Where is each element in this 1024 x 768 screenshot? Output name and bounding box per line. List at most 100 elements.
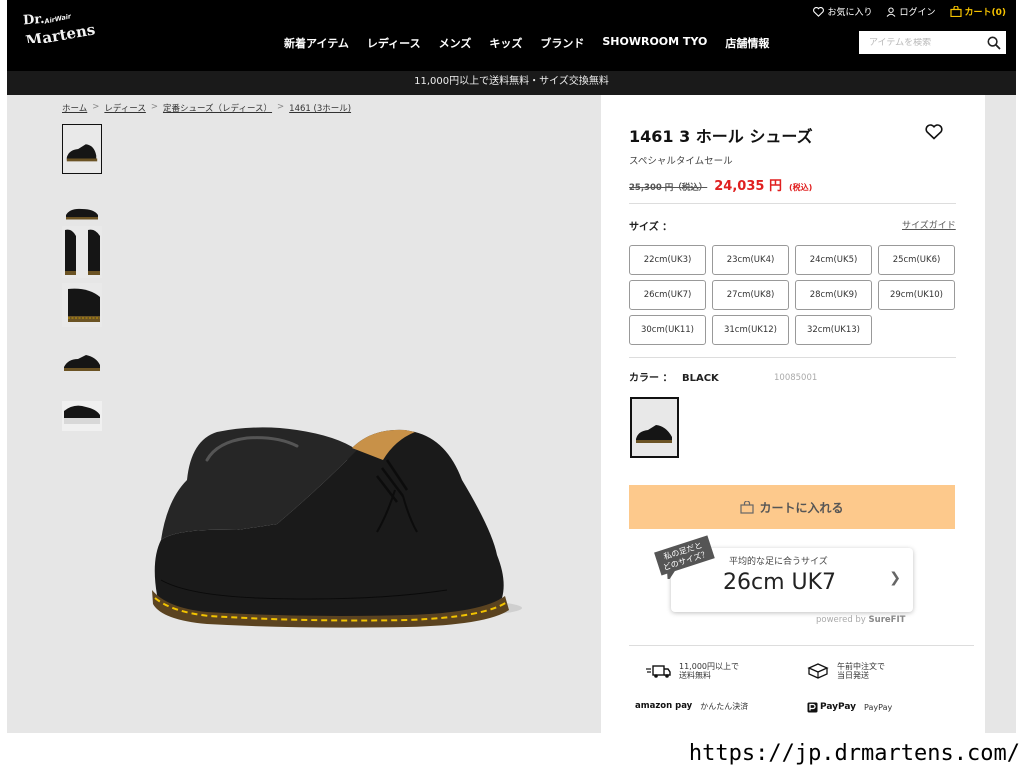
breadcrumb-separator: > bbox=[277, 102, 285, 112]
favorite-heart-icon[interactable] bbox=[925, 124, 943, 140]
page: Dr. AirWair Martens お気に入り ログイン カート(0) 新着… bbox=[0, 0, 1024, 768]
product-title: 1461 3 ホール シューズ bbox=[629, 127, 813, 146]
sameday-line-1: 午前中注文で bbox=[837, 662, 885, 671]
price-row: 25,300 円（税込） 24,035 円 (税込) bbox=[629, 175, 812, 194]
size-options: 22cm(UK3) 23cm(UK4) 24cm(UK5) 25cm(UK6) … bbox=[629, 245, 959, 345]
amazon-pay-text: かんたん決済 bbox=[700, 702, 749, 712]
truck-icon bbox=[646, 665, 671, 678]
bag-icon bbox=[740, 500, 755, 514]
color-label: カラー ： bbox=[629, 373, 673, 384]
size-label: サイズ ： bbox=[629, 222, 673, 233]
powered-prefix: powered by bbox=[816, 615, 869, 625]
nav-item-mens[interactable]: メンズ bbox=[439, 35, 472, 51]
color-swatch-black[interactable] bbox=[630, 397, 679, 458]
nav-item-kids[interactable]: キッズ bbox=[489, 35, 522, 51]
shipping-banner: 11,000円以上で送料無料・サイズ交換無料 bbox=[7, 71, 1016, 95]
size-option[interactable]: 29cm(UK10) bbox=[878, 280, 955, 310]
user-icon bbox=[887, 7, 896, 17]
nav-item-new[interactable]: 新着アイテム bbox=[284, 35, 349, 51]
size-option[interactable]: 28cm(UK9) bbox=[795, 280, 872, 310]
breadcrumb-separator: > bbox=[150, 102, 158, 112]
breadcrumb-separator: > bbox=[92, 102, 100, 112]
breadcrumb-home[interactable]: ホーム bbox=[62, 102, 87, 114]
chevron-right-icon: ❯ bbox=[889, 570, 901, 586]
box-icon bbox=[807, 663, 829, 679]
cart-label: カート(0) bbox=[964, 8, 1007, 18]
sale-label: スペシャルタイムセール bbox=[629, 156, 733, 167]
thumbnail-pair-view[interactable] bbox=[62, 226, 102, 278]
product-panel: 1461 3 ホール シューズ スペシャルタイムセール 25,300 円（税込）… bbox=[601, 95, 985, 733]
breadcrumb-product[interactable]: 1461 (3ホール) bbox=[289, 102, 351, 114]
fit-speech-badge: 私の足だと どのサイズ？ bbox=[654, 535, 715, 579]
divider bbox=[629, 357, 956, 358]
cart-link[interactable]: カート(0) bbox=[949, 5, 1007, 18]
svg-text:AirWair: AirWair bbox=[43, 12, 73, 26]
search-icon[interactable] bbox=[987, 35, 1001, 50]
color-row: カラー ： BLACK bbox=[629, 369, 719, 384]
favorites-label: お気に入り bbox=[827, 8, 873, 18]
color-value: BLACK bbox=[681, 373, 719, 384]
surefit-powered-by: powered by SureFIT bbox=[816, 615, 905, 625]
size-option[interactable]: 22cm(UK3) bbox=[629, 245, 706, 275]
paypay-logo: PayPay bbox=[807, 702, 856, 713]
favorites-link[interactable]: お気に入り bbox=[813, 5, 872, 18]
divider bbox=[629, 645, 974, 646]
sale-price: 24,035 円 bbox=[714, 179, 782, 194]
paypay-text: PayPay bbox=[864, 702, 893, 712]
size-option[interactable]: 32cm(UK13) bbox=[795, 315, 872, 345]
breadcrumb: ホーム > レディース > 定番シューズ（レディース） > 1461 (3ホール… bbox=[62, 102, 351, 114]
size-option[interactable]: 24cm(UK5) bbox=[795, 245, 872, 275]
bag-icon bbox=[949, 6, 962, 17]
nav-item-ladies[interactable]: レディース bbox=[367, 35, 421, 51]
breadcrumb-category[interactable]: 定番シューズ（レディース） bbox=[163, 102, 272, 114]
paypay-logo-text: PayPay bbox=[820, 702, 857, 713]
product-sku: 10085001 bbox=[774, 373, 818, 383]
sameday-line-2: 当日発送 bbox=[837, 671, 869, 681]
thumbnail-side-view[interactable] bbox=[62, 124, 102, 174]
size-option[interactable]: 25cm(UK6) bbox=[878, 245, 955, 275]
login-link[interactable]: ログイン bbox=[886, 5, 936, 18]
size-option[interactable]: 26cm(UK7) bbox=[629, 280, 706, 310]
feature-amazon-pay: amazon pay かんたん決済 bbox=[635, 701, 749, 712]
size-guide-link[interactable]: サイズガイド bbox=[902, 218, 956, 231]
add-to-cart-button[interactable]: カートに入れる bbox=[629, 485, 955, 529]
main-nav: 新着アイテム レディース メンズ キッズ ブランド SHOWROOM TYO 店… bbox=[284, 35, 769, 51]
heart-icon bbox=[813, 6, 825, 17]
product-gallery: ホーム > レディース > 定番シューズ（レディース） > 1461 (3ホール… bbox=[7, 95, 601, 733]
tax-label: (税込) bbox=[788, 183, 813, 192]
feature-free-shipping: 11,000円以上で 送料無料 bbox=[645, 662, 739, 680]
page-url: https://jp.drmartens.com/ bbox=[688, 741, 1020, 766]
nav-item-stores[interactable]: 店舗情報 bbox=[725, 35, 769, 51]
feature-same-day: 午前中注文で 当日発送 bbox=[807, 662, 885, 680]
paypay-icon bbox=[807, 702, 818, 713]
shipping-line-1: 11,000円以上で bbox=[679, 662, 739, 671]
right-gutter bbox=[985, 95, 1016, 733]
add-to-cart-label: カートに入れる bbox=[759, 500, 844, 515]
powered-brand: SureFIT bbox=[868, 615, 906, 625]
feature-sameday-text: 午前中注文で 当日発送 bbox=[837, 662, 885, 680]
size-option[interactable]: 31cm(UK12) bbox=[712, 315, 789, 345]
shipping-line-2: 送料無料 bbox=[679, 671, 711, 681]
original-price: 25,300 円（税込） bbox=[629, 183, 708, 193]
nav-item-showroom[interactable]: SHOWROOM TYO bbox=[602, 35, 707, 51]
nav-item-brand[interactable]: ブランド bbox=[540, 35, 584, 51]
thumbnail-heel-view[interactable] bbox=[62, 283, 102, 327]
thumbnail-sole-view[interactable] bbox=[62, 401, 102, 431]
fit-subtitle: 平均的な足に合うサイズ bbox=[729, 557, 828, 567]
thumbnail-front-view[interactable] bbox=[62, 203, 102, 221]
search-input[interactable] bbox=[869, 37, 979, 48]
size-option[interactable]: 23cm(UK4) bbox=[712, 245, 789, 275]
size-option[interactable]: 30cm(UK11) bbox=[629, 315, 706, 345]
size-option[interactable]: 27cm(UK8) bbox=[712, 280, 789, 310]
site-header: Dr. AirWair Martens お気に入り ログイン カート(0) 新着… bbox=[7, 0, 1016, 71]
fit-size-value: 26cm UK7 bbox=[723, 570, 837, 595]
divider bbox=[629, 203, 956, 204]
thumbnail-angle-view[interactable] bbox=[62, 353, 102, 373]
amazon-pay-logo: amazon pay bbox=[635, 701, 693, 711]
feature-paypay: PayPay PayPay bbox=[807, 702, 892, 713]
login-label: ログイン bbox=[899, 8, 936, 18]
utility-links: お気に入り ログイン カート(0) bbox=[813, 5, 1006, 18]
dr-martens-logo[interactable]: Dr. AirWair Martens bbox=[22, 9, 107, 43]
search-box bbox=[859, 31, 1006, 54]
breadcrumb-ladies[interactable]: レディース bbox=[104, 102, 145, 114]
